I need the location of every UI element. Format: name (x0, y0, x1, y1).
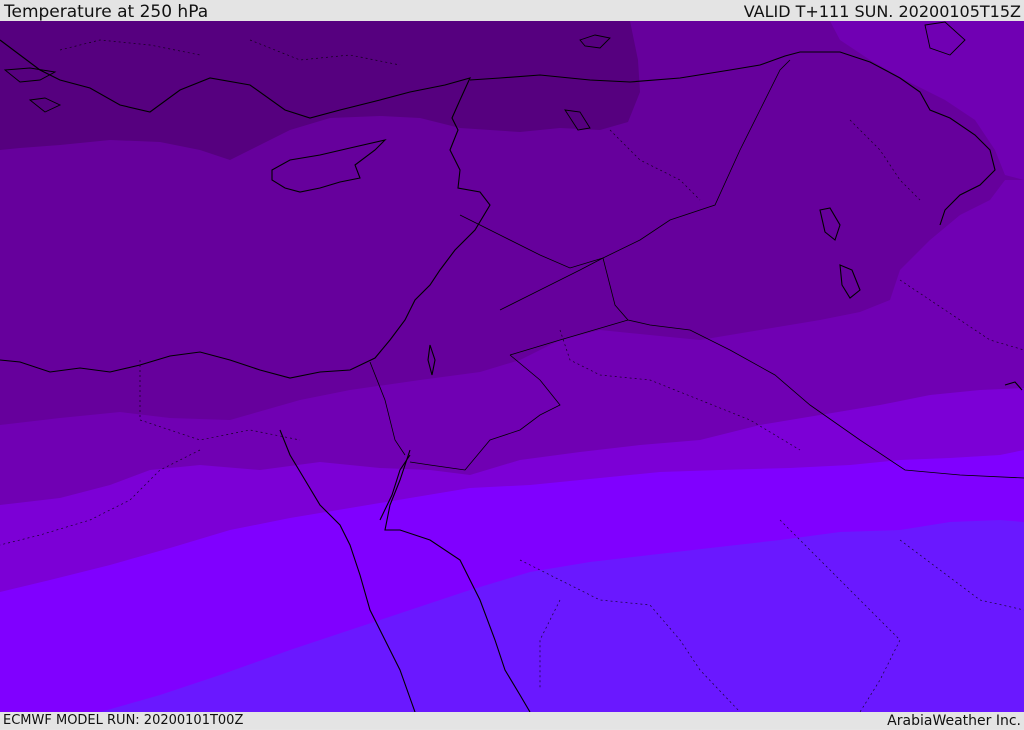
footer-bar: ECMWF MODEL RUN: 20200101T00Z ArabiaWeat… (0, 712, 1024, 729)
valid-time: VALID T+111 SUN. 20200105T15Z (743, 2, 1021, 21)
weather-map[interactable] (0, 21, 1024, 712)
model-run: ECMWF MODEL RUN: 20200101T00Z (3, 713, 244, 728)
map-title: Temperature at 250 hPa (4, 2, 209, 22)
header-bar: Temperature at 250 hPa VALID T+111 SUN. … (0, 0, 1024, 22)
credit-text: ArabiaWeather Inc. (887, 713, 1021, 729)
